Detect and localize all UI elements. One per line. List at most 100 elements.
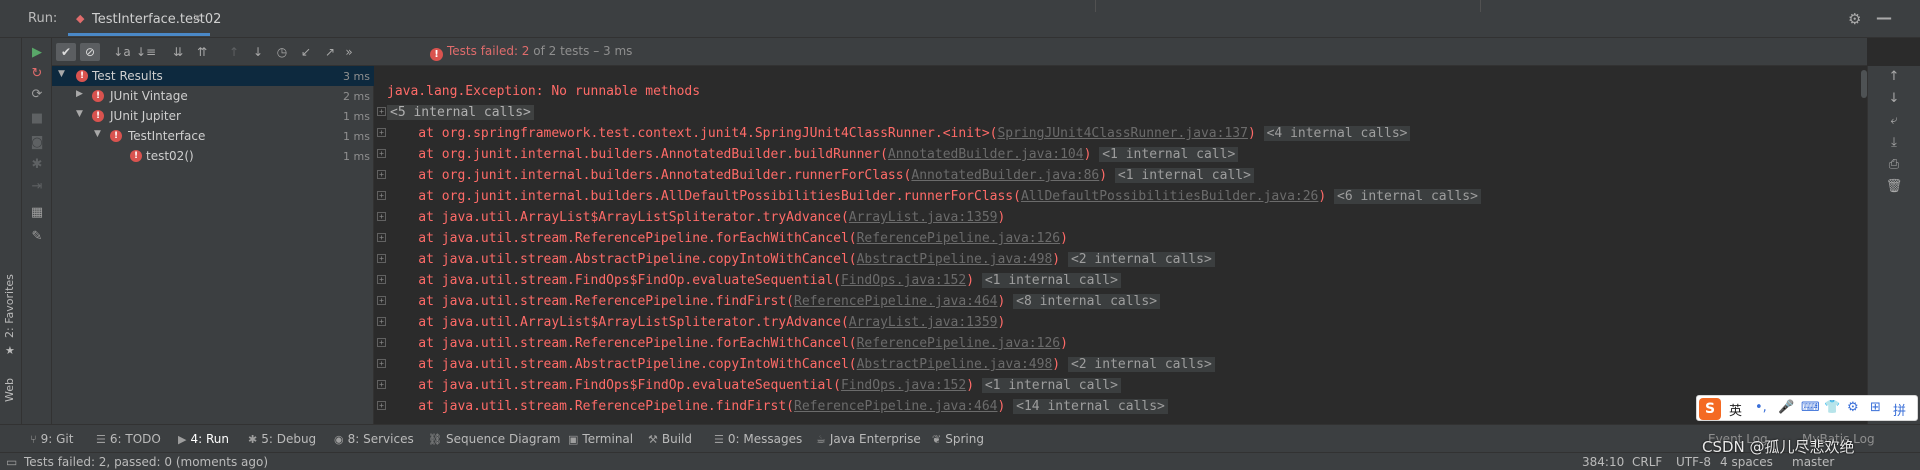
source-link[interactable]: FindOps.java:152 — [841, 273, 966, 288]
fold-expand-icon[interactable]: + — [377, 233, 386, 242]
close-icon[interactable]: × — [192, 11, 203, 26]
source-link[interactable]: SpringJUnit4ClassRunner.java:137 — [997, 126, 1247, 141]
collapse-arrow-icon[interactable]: ▶ — [76, 89, 83, 99]
internal-calls-fold[interactable]: <4 internal calls> — [1263, 126, 1411, 141]
fold-expand-icon[interactable]: + — [377, 107, 386, 116]
tool-tab-java-enterprise[interactable]: ☕ Java Enterprise — [816, 432, 921, 446]
expand-arrow-icon[interactable]: ▼ — [76, 109, 83, 119]
internal-calls-fold[interactable]: <5 internal calls> — [387, 105, 534, 120]
sort-by-duration-icon[interactable]: ↓≡ — [136, 43, 156, 61]
tree-item-test02[interactable]: ! test02() 1 ms — [52, 146, 374, 166]
fold-expand-icon[interactable]: + — [377, 275, 386, 284]
tool-tab-6-todo[interactable]: ☰ 6: TODO — [96, 432, 161, 446]
tool-tab-sequence-diagram[interactable]: ⛓ Sequence Diagram — [428, 432, 561, 446]
stop-icon[interactable]: ■ — [28, 110, 46, 128]
expand-arrow-icon[interactable]: ▼ — [94, 129, 101, 139]
print-icon[interactable]: ⎙ — [1885, 156, 1903, 174]
tool-tab-9-git[interactable]: ⑂ 9: Git — [30, 432, 73, 446]
show-passed-icon[interactable]: ✔ — [56, 43, 76, 61]
layout-icon[interactable]: ▦ — [28, 204, 46, 222]
source-link[interactable]: AllDefaultPossibilitiesBuilder.java:26 — [1021, 189, 1318, 204]
fold-expand-icon[interactable]: + — [377, 212, 386, 221]
history-icon[interactable]: ◷ — [272, 43, 292, 61]
down-stack-trace-icon[interactable]: ↓ — [1885, 90, 1903, 108]
tool-tab-terminal[interactable]: ▣ Terminal — [568, 432, 633, 446]
run-tab-testinterface[interactable]: ◆ TestInterface.test02 × — [68, 4, 221, 36]
tree-item-test-results[interactable]: ▼ ! Test Results 3 ms — [52, 66, 374, 86]
camera-icon[interactable]: ◙ — [28, 134, 46, 152]
indent-setting[interactable]: 4 spaces — [1720, 455, 1773, 469]
source-link[interactable]: ArrayList.java:1359 — [849, 315, 998, 330]
rerun-failed-icon[interactable]: ↻ — [28, 65, 46, 83]
source-link[interactable]: ReferencePipeline.java:464 — [794, 399, 998, 414]
internal-calls-fold[interactable]: <1 internal call> — [1099, 147, 1239, 162]
internal-calls-fold[interactable]: <1 internal call> — [981, 273, 1121, 288]
tree-item-testinterface[interactable]: ▼ ! TestInterface 1 ms — [52, 126, 374, 146]
export-icon[interactable]: ⇥ — [28, 178, 46, 196]
soft-wrap-icon[interactable]: ⤶ — [1885, 112, 1903, 130]
previous-failed-icon[interactable]: ↑ — [224, 43, 244, 61]
ime-toolbar[interactable]: S 英 •, 🎤 ⌨ 👕 ⚙ ⊞ 拼 — [1696, 395, 1918, 421]
toggle-auto-test-icon[interactable]: ⟳ — [28, 86, 46, 104]
tool-tab-5-debug[interactable]: ✱ 5: Debug — [248, 432, 316, 446]
fold-expand-icon[interactable]: + — [377, 338, 386, 347]
scroll-to-end-icon[interactable]: ⤓ — [1885, 134, 1903, 152]
up-stack-trace-icon[interactable]: ↑ — [1885, 68, 1903, 86]
source-link[interactable]: ReferencePipeline.java:464 — [794, 294, 998, 309]
git-branch[interactable]: master — [1792, 455, 1834, 469]
tree-item-junit-jupiter[interactable]: ▼ ! JUnit Jupiter 1 ms — [52, 106, 374, 126]
tree-item-junit-vintage[interactable]: ▶ ! JUnit Vintage 2 ms — [52, 86, 374, 106]
fold-expand-icon[interactable]: + — [377, 380, 386, 389]
fold-expand-icon[interactable]: + — [377, 170, 386, 179]
fold-expand-icon[interactable]: + — [377, 149, 386, 158]
source-link[interactable]: ReferencePipeline.java:126 — [857, 231, 1061, 246]
source-link[interactable]: AbstractPipeline.java:498 — [857, 357, 1053, 372]
file-encoding[interactable]: UTF-8 — [1676, 455, 1711, 469]
rerun-icon[interactable]: ▶ — [28, 44, 46, 62]
pin-icon[interactable]: ✎ — [28, 228, 46, 246]
fold-expand-icon[interactable]: + — [377, 296, 386, 305]
console-output[interactable]: java.lang.Exception: No runnable methods… — [375, 66, 1867, 424]
internal-calls-fold[interactable]: <1 internal call> — [981, 378, 1121, 393]
tool-tab-spring[interactable]: ❦ Spring — [932, 432, 984, 446]
ime-tool-icon[interactable]: 🎤 — [1778, 400, 1794, 415]
next-failed-icon[interactable]: ↓ — [248, 43, 268, 61]
favorites-tab[interactable]: 2: Favorites — [3, 274, 16, 338]
source-link[interactable]: AnnotatedBuilder.java:104 — [888, 147, 1084, 162]
minimize-icon[interactable]: — — [1876, 8, 1892, 27]
tool-tab-4-run[interactable]: ▶ 4: Run — [178, 432, 229, 446]
internal-calls-fold[interactable]: <1 internal call> — [1114, 168, 1254, 183]
web-tab[interactable]: Web — [3, 378, 16, 402]
more-actions-icon[interactable]: » — [342, 43, 356, 61]
source-link[interactable]: ReferencePipeline.java:126 — [857, 336, 1061, 351]
ime-tool-icon[interactable]: ⚙ — [1847, 400, 1859, 415]
expand-arrow-icon[interactable]: ▼ — [58, 69, 65, 79]
source-link[interactable]: AnnotatedBuilder.java:86 — [911, 168, 1099, 183]
ime-tool-icon[interactable]: ⌨ — [1801, 400, 1820, 415]
gear-icon[interactable]: ⚙ — [1848, 10, 1861, 28]
trash-icon[interactable]: 🗑 — [1885, 178, 1903, 196]
ime-tool-icon[interactable]: 拼 — [1893, 400, 1906, 419]
fold-expand-icon[interactable]: + — [377, 317, 386, 326]
internal-calls-fold[interactable]: <8 internal calls> — [1013, 294, 1161, 309]
status-message[interactable]: Tests failed: 2, passed: 0 (moments ago) — [24, 455, 268, 469]
source-link[interactable]: ArrayList.java:1359 — [849, 210, 998, 225]
source-link[interactable]: FindOps.java:152 — [841, 378, 966, 393]
source-link[interactable]: AbstractPipeline.java:498 — [857, 252, 1053, 267]
fold-expand-icon[interactable]: + — [377, 254, 386, 263]
fold-expand-icon[interactable]: + — [377, 191, 386, 200]
import-tests-icon[interactable]: ↙ — [296, 43, 316, 61]
tool-tab-8-services[interactable]: ◉ 8: Services — [334, 432, 414, 446]
collapse-all-icon[interactable]: ⇈ — [192, 43, 212, 61]
caret-position[interactable]: 384:10 — [1582, 455, 1624, 469]
expand-all-icon[interactable]: ⇊ — [168, 43, 188, 61]
tool-tab-build[interactable]: ⚒ Build — [648, 432, 692, 446]
sort-alphabetically-icon[interactable]: ↓a — [112, 43, 132, 61]
line-separator[interactable]: CRLF — [1632, 455, 1662, 469]
internal-calls-fold[interactable]: <2 internal calls> — [1067, 252, 1215, 267]
fold-expand-icon[interactable]: + — [377, 401, 386, 410]
debug-icon[interactable]: ✱ — [28, 156, 46, 174]
fold-expand-icon[interactable]: + — [377, 359, 386, 368]
internal-calls-fold[interactable]: <6 internal calls> — [1334, 189, 1481, 204]
ime-tool-icon[interactable]: •, — [1755, 400, 1767, 415]
